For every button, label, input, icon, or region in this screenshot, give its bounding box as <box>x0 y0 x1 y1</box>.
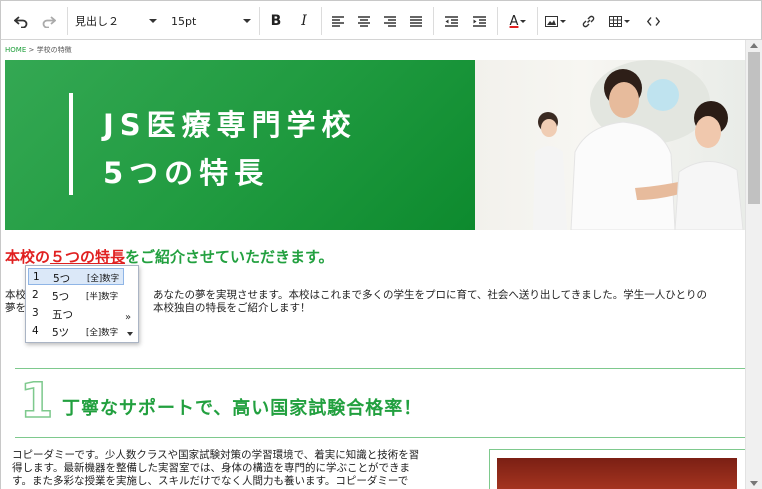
ime-scroll-down-icon[interactable] <box>127 332 133 336</box>
outdent-button[interactable] <box>439 9 463 33</box>
toolbar-separator <box>537 7 538 35</box>
ime-candidate-text: 五つ <box>52 309 73 321</box>
intro-text-line1: あなたの夢を実現させます。本校はこれまで多くの学生をプロに育て、社会へ送り出して… <box>153 289 707 301</box>
ime-candidate-text: 5つ <box>52 291 70 303</box>
toolbar-separator <box>433 7 434 35</box>
chevron-down-icon <box>559 19 566 23</box>
insert-image-button[interactable] <box>541 9 569 33</box>
align-center-button[interactable] <box>353 9 375 33</box>
align-right-icon <box>384 15 396 27</box>
section-body-text: コピーダミーです。少人数クラスや国家試験対策の学習環境で、着実に知識と技術を習 … <box>12 449 472 488</box>
font-color-icon: A <box>509 13 519 29</box>
indent-button[interactable] <box>467 9 491 33</box>
insert-link-button[interactable] <box>577 9 599 33</box>
intro-text-line1-prefix: 本校 <box>5 289 26 301</box>
ime-candidate-window[interactable]: 1 5つ [全]数字 2 5つ [半]数字 3 五つ 4 5ツ [全]数字 » <box>25 265 139 343</box>
ime-candidate-number: 4 <box>32 325 39 337</box>
section-number: 1 <box>19 373 54 429</box>
code-icon <box>646 16 660 26</box>
source-code-button[interactable] <box>641 9 665 33</box>
scroll-down-arrow-icon[interactable] <box>750 481 758 486</box>
chevron-down-icon <box>520 19 527 23</box>
image-icon <box>544 15 558 27</box>
toolbar-separator <box>321 7 322 35</box>
align-right-button[interactable] <box>379 9 401 33</box>
section-body-line: 得します。最新機器を整備した実習室では、身体の構造を専門的に学ぶことができま <box>12 462 410 474</box>
editor-toolbar: 見出し２ 15pt B I A <box>0 0 762 40</box>
hero-title-line2: 5つの特長 <box>103 156 270 190</box>
bold-button[interactable]: B <box>265 9 287 33</box>
hero-green-panel <box>5 60 475 230</box>
section-body-line: コピーダミーです。少人数クラスや国家試験対策の学習環境で、着実に知識と技術を習 <box>12 449 420 461</box>
hero-accent-bar <box>69 93 73 195</box>
redo-button[interactable] <box>37 9 61 33</box>
block-format-select[interactable]: 見出し２ <box>75 9 157 33</box>
font-size-select[interactable]: 15pt <box>171 9 251 33</box>
ime-candidate[interactable]: 2 5つ [半]数字 <box>28 287 124 304</box>
section-body-line: す。また多彩な授業を実施し、スキルだけでなく人間力も養います。コピーダミーで <box>12 475 409 487</box>
intro-heading: 本校の５つの特長をご紹介させていただきます。 <box>5 246 334 267</box>
font-color-button[interactable]: A <box>503 9 533 33</box>
ime-candidate-note: [全]数字 <box>86 328 119 338</box>
toolbar-separator <box>67 7 68 35</box>
ime-candidate-note: [半]数字 <box>86 292 119 302</box>
ime-candidate-note: [全]数字 <box>87 274 120 284</box>
link-icon <box>582 15 594 27</box>
section-bottom-rule <box>15 437 745 438</box>
indent-icon <box>472 15 486 27</box>
vertical-scrollbar[interactable] <box>745 40 762 489</box>
table-icon <box>608 15 622 27</box>
ime-expand-icon[interactable]: » <box>125 312 131 323</box>
hero-photo-illustration <box>533 60 744 230</box>
insert-table-button[interactable] <box>605 9 633 33</box>
ime-candidate[interactable]: 3 五つ <box>28 305 124 322</box>
ime-candidate-text: 5つ <box>53 273 71 285</box>
intro-heading-red: 本校の <box>5 248 51 266</box>
block-format-value: 見出し２ <box>75 15 119 28</box>
ime-candidate-number: 2 <box>32 289 39 301</box>
breadcrumb-current: 学校の特徴 <box>36 46 72 54</box>
chevron-down-icon <box>623 19 630 23</box>
intro-heading-green: をご紹介させていただきます。 <box>125 248 334 266</box>
section-image <box>497 458 737 489</box>
breadcrumb-home-link[interactable]: HOME <box>5 46 26 54</box>
toolbar-separator <box>259 7 260 35</box>
chevron-down-icon <box>243 19 251 23</box>
align-left-icon <box>332 15 344 27</box>
intro-text-line2-prefix: 夢を <box>5 302 26 314</box>
intro-text-line2: 本校独自の特長をご紹介します！ <box>153 302 311 314</box>
intro-heading-composition: ５つの特長 <box>50 248 126 266</box>
hero-banner: JS医療専門学校 5つの特長 <box>5 60 745 230</box>
ime-candidate-text: 5ツ <box>52 327 70 339</box>
scroll-up-arrow-icon[interactable] <box>750 43 758 48</box>
breadcrumb-separator: > <box>26 46 37 54</box>
italic-button[interactable]: I <box>293 9 315 33</box>
section-title: 丁寧なサポートで、高い国家試験合格率！ <box>62 398 423 419</box>
toolbar-separator <box>497 7 498 35</box>
ime-candidate[interactable]: 4 5ツ [全]数字 <box>28 323 124 340</box>
section-top-rule <box>15 368 745 369</box>
breadcrumb: HOME > 学校の特徴 <box>5 45 72 55</box>
hero-photo <box>475 60 745 230</box>
font-size-value: 15pt <box>171 14 197 28</box>
ime-candidate[interactable]: 1 5つ [全]数字 <box>28 268 124 285</box>
ime-candidate-number: 1 <box>33 271 40 283</box>
hero-title-line1: JS医療専門学校 <box>103 108 357 142</box>
align-left-button[interactable] <box>327 9 349 33</box>
undo-button[interactable] <box>9 9 33 33</box>
scrollbar-thumb[interactable] <box>748 52 760 204</box>
align-justify-button[interactable] <box>405 9 427 33</box>
outdent-icon <box>444 15 458 27</box>
redo-icon <box>42 16 56 28</box>
align-justify-icon <box>410 15 422 27</box>
chevron-down-icon <box>149 19 157 23</box>
align-center-icon <box>358 15 370 27</box>
ime-candidate-number: 3 <box>32 307 39 319</box>
undo-icon <box>14 16 28 28</box>
